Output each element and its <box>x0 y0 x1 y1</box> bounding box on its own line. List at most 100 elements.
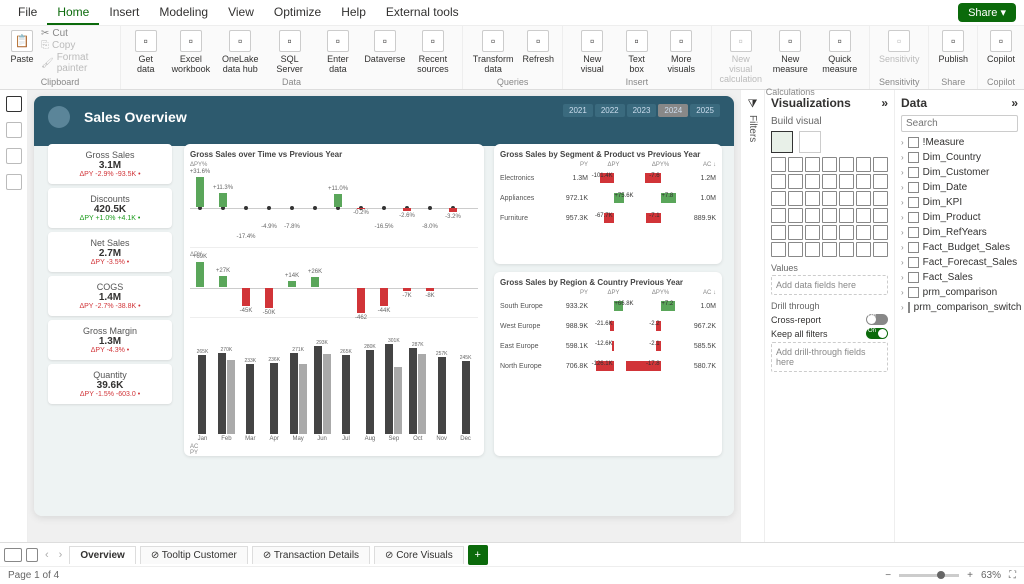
kpi-net-sales[interactable]: Net Sales2.7MΔPY -3.5% • <box>48 232 172 272</box>
report-canvas[interactable]: Sales Overview 20212022202320242025 Gros… <box>28 90 740 542</box>
menu-home[interactable]: Home <box>47 1 99 25</box>
copilot-button[interactable]: ▫Copilot <box>984 28 1018 66</box>
collapse-icon[interactable]: » <box>881 96 888 110</box>
format-visual-tab[interactable] <box>799 131 821 153</box>
viz-type-25[interactable] <box>839 208 854 223</box>
viz-type-1[interactable] <box>788 157 803 172</box>
viz-type-12[interactable] <box>856 174 871 189</box>
new-measure-button[interactable]: ▫New measure <box>767 28 813 76</box>
viz-type-33[interactable] <box>856 225 871 240</box>
fit-page-icon[interactable]: ⛶ <box>1009 570 1016 581</box>
year-2024[interactable]: 2024 <box>658 104 688 117</box>
zoom-in-button[interactable]: + <box>967 570 973 581</box>
excel-workbook-button[interactable]: ▫Excel workbook <box>168 28 214 76</box>
filters-pane-collapsed[interactable]: ⧩ Filters <box>740 90 764 542</box>
refresh-button[interactable]: ▫Refresh <box>520 28 556 66</box>
viz-type-35[interactable] <box>771 242 786 257</box>
viz-type-17[interactable] <box>822 191 837 206</box>
collapse-icon[interactable]: » <box>1011 96 1018 110</box>
viz-type-5[interactable] <box>856 157 871 172</box>
table-dim_kpi[interactable]: ›Dim_KPI <box>901 195 1018 210</box>
keep-filters-toggle[interactable]: On <box>866 328 888 339</box>
build-visual-tab[interactable] <box>771 131 793 153</box>
viz-type-11[interactable] <box>839 174 854 189</box>
viz-type-3[interactable] <box>822 157 837 172</box>
viz-type-40[interactable] <box>856 242 871 257</box>
row-east-europe[interactable]: East Europe598.1K-12.6K-2.1585.5K <box>500 336 716 356</box>
viz-type-9[interactable] <box>805 174 820 189</box>
more-visuals-button[interactable]: ▫More visuals <box>658 28 704 76</box>
kpi-gross-sales[interactable]: Gross Sales3.1MΔPY -2.9% -93.5K • <box>48 144 172 184</box>
viz-type-6[interactable] <box>873 157 888 172</box>
next-page-button[interactable]: › <box>56 549 66 561</box>
publish-button[interactable]: ▫Publish <box>935 28 971 66</box>
page-tab-transaction-details[interactable]: ⊘ Transaction Details <box>252 546 370 564</box>
page-tab-core-visuals[interactable]: ⊘ Core Visuals <box>374 546 464 564</box>
viz-type-37[interactable] <box>805 242 820 257</box>
table-fact_sales[interactable]: ›Fact_Sales <box>901 270 1018 285</box>
recent-sources-button[interactable]: ▫Recent sources <box>410 28 456 76</box>
table-dim_date[interactable]: ›Dim_Date <box>901 180 1018 195</box>
zoom-out-button[interactable]: − <box>885 570 891 581</box>
viz-type-36[interactable] <box>788 242 803 257</box>
table-fact_budget_sales[interactable]: ›Fact_Budget_Sales <box>901 240 1018 255</box>
viz-type-10[interactable] <box>822 174 837 189</box>
get-data-button[interactable]: ▫Get data <box>127 28 165 76</box>
enter-data-button[interactable]: ▫Enter data <box>316 28 360 76</box>
table-prm_comparison_switch[interactable]: ›prm_comparison_switch <box>901 300 1018 315</box>
text-box-button[interactable]: ▫Text box <box>618 28 655 76</box>
menu-insert[interactable]: Insert <box>99 1 149 25</box>
paste-button[interactable]: 📋Paste <box>6 28 38 66</box>
viz-type-30[interactable] <box>805 225 820 240</box>
viz-type-27[interactable] <box>873 208 888 223</box>
card-gross-over-time[interactable]: Gross Sales over Time vs Previous Year Δ… <box>184 144 484 456</box>
page-tab-overview[interactable]: Overview <box>69 546 135 564</box>
report-view-icon[interactable] <box>6 96 22 112</box>
table-dim_product[interactable]: ›Dim_Product <box>901 210 1018 225</box>
viz-type-20[interactable] <box>873 191 888 206</box>
cross-report-toggle[interactable]: Off <box>866 314 888 325</box>
cut-button[interactable]: ✂ Cut <box>41 28 114 39</box>
table-view-icon[interactable] <box>6 122 22 138</box>
year-2022[interactable]: 2022 <box>595 104 625 117</box>
viz-type-39[interactable] <box>839 242 854 257</box>
mobile-layout-icon[interactable] <box>26 548 38 562</box>
dataverse-button[interactable]: ▫Dataverse <box>363 28 407 66</box>
row-furniture[interactable]: Furniture957.3K-67.7K-7.1889.9K <box>500 208 716 228</box>
dax-view-icon[interactable] <box>6 174 22 190</box>
viz-type-28[interactable] <box>771 225 786 240</box>
kpi-quantity[interactable]: Quantity39.6KΔPY -1.5% -603.0 • <box>48 364 172 404</box>
viz-type-41[interactable] <box>873 242 888 257</box>
prev-page-button[interactable]: ‹ <box>42 549 52 561</box>
viz-type-34[interactable] <box>873 225 888 240</box>
row-south-europe[interactable]: South Europe933.2K+66.8K+7.21.0M <box>500 296 716 316</box>
new-visual-button[interactable]: ▫New visual <box>569 28 615 76</box>
viz-type-18[interactable] <box>839 191 854 206</box>
values-dropzone[interactable]: Add data fields here <box>771 275 888 295</box>
zoom-slider[interactable] <box>899 574 959 577</box>
page-tab-tooltip-customer[interactable]: ⊘ Tooltip Customer <box>140 546 248 564</box>
viz-type-29[interactable] <box>788 225 803 240</box>
viz-type-14[interactable] <box>771 191 786 206</box>
viz-type-8[interactable] <box>788 174 803 189</box>
viz-type-16[interactable] <box>805 191 820 206</box>
row-north-europe[interactable]: North Europe706.8K-126.1K-17.8580.7K <box>500 356 716 376</box>
viz-type-4[interactable] <box>839 157 854 172</box>
viz-type-15[interactable] <box>788 191 803 206</box>
viz-type-24[interactable] <box>822 208 837 223</box>
table-dim_country[interactable]: ›Dim_Country <box>901 150 1018 165</box>
model-view-icon[interactable] <box>6 148 22 164</box>
viz-type-38[interactable] <box>822 242 837 257</box>
menu-optimize[interactable]: Optimize <box>264 1 331 25</box>
year-2021[interactable]: 2021 <box>563 104 593 117</box>
viz-type-7[interactable] <box>771 174 786 189</box>
card-gross-by-region[interactable]: Gross Sales by Region & Country Previous… <box>494 272 722 456</box>
menu-file[interactable]: File <box>8 1 47 25</box>
viz-type-0[interactable] <box>771 157 786 172</box>
menu-external-tools[interactable]: External tools <box>376 1 469 25</box>
search-input[interactable] <box>901 115 1018 132</box>
viz-type-21[interactable] <box>771 208 786 223</box>
quick-measure-button[interactable]: ▫Quick measure <box>816 28 862 76</box>
menu-modeling[interactable]: Modeling <box>149 1 218 25</box>
viz-type-2[interactable] <box>805 157 820 172</box>
